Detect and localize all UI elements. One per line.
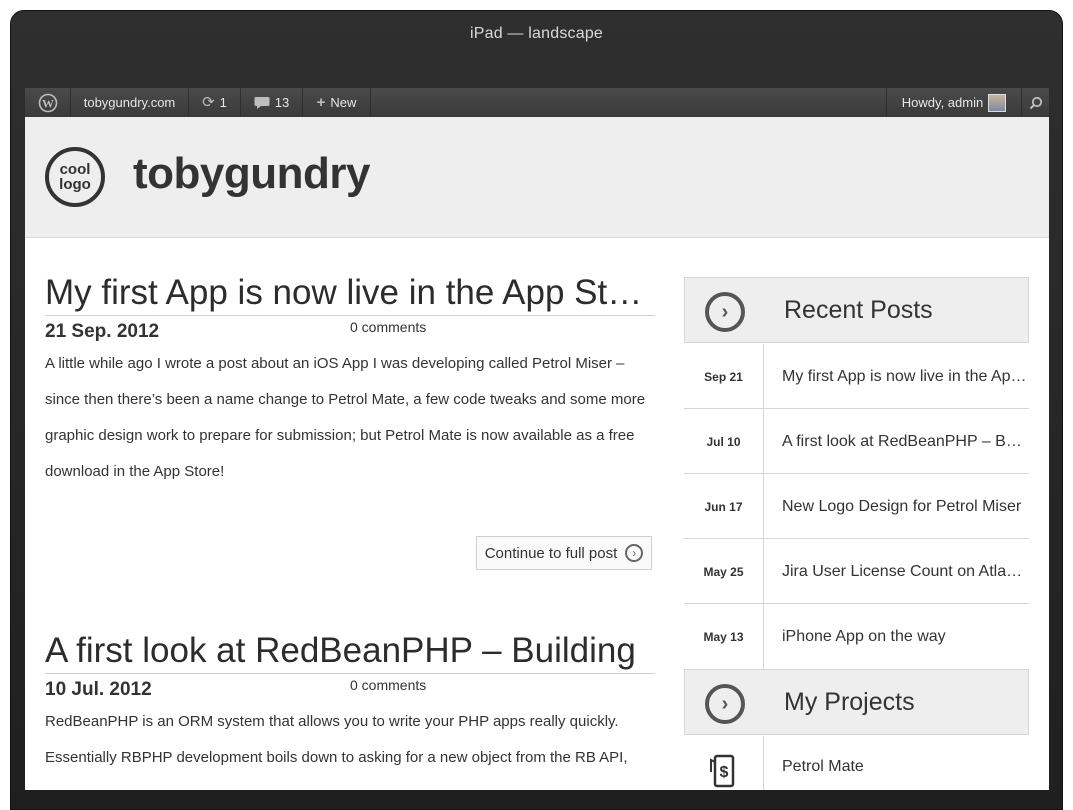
recent-post-date: Jul 10 (684, 409, 764, 474)
recent-post-title[interactable]: My first App is now live in the App Stor… (782, 344, 1027, 409)
admin-bar: W tobygundry.com ⟳ 1 13 + New Howdy, adm… (25, 88, 1049, 117)
wordpress-icon: W (38, 93, 57, 112)
new-content-button[interactable]: + New (303, 88, 371, 117)
post-date: 21 Sep. 2012 (45, 321, 160, 342)
recent-post-date: May 25 (684, 539, 764, 604)
site-name-label: tobygundry.com (83, 95, 176, 110)
petrol-pump-dollar-icon: $ (684, 736, 764, 790)
post-title[interactable]: My first App is now live in the App Stor… (45, 271, 655, 316)
recent-post-title[interactable]: Jira User License Count on Atlassian (782, 539, 1027, 604)
recent-post-date: Jun 17 (684, 474, 764, 539)
comments-button[interactable]: 13 (241, 88, 303, 117)
continue-reading-label: Continue to full post (484, 544, 618, 562)
projects-widget-header: › My Projects (684, 669, 1029, 735)
post-title[interactable]: A first look at RedBeanPHP – Building (45, 629, 655, 674)
site-logo[interactable]: cool logo (45, 147, 105, 207)
chevron-right-icon: › (705, 292, 745, 332)
recent-post-date: Sep 21 (684, 344, 764, 409)
admin-search-button[interactable] (1021, 88, 1049, 117)
comments-count: 13 (274, 95, 290, 110)
recent-post-item[interactable]: May 13 iPhone App on the way (684, 604, 1029, 669)
chevron-right-icon: › (705, 684, 745, 724)
site-title[interactable]: tobygundry (133, 149, 370, 199)
recent-post-item[interactable]: May 25 Jira User License Count on Atlass… (684, 539, 1029, 604)
post-card: My first App is now live in the App Stor… (45, 271, 655, 490)
project-title[interactable]: Petrol Mate (782, 758, 864, 776)
post-comments-link[interactable]: 0 comments (350, 677, 426, 693)
browser-viewport: W tobygundry.com ⟳ 1 13 + New Howdy, adm… (25, 88, 1049, 790)
post-meta: 10 Jul. 2012 0 comments (45, 674, 655, 700)
widget-title: My Projects (784, 688, 915, 716)
comment-bubble-icon (254, 96, 270, 109)
avatar (988, 93, 1007, 112)
updates-icon: ⟳ (202, 94, 215, 111)
recent-post-item[interactable]: Jul 10 A first look at RedBeanPHP – Buil… (684, 409, 1029, 474)
recent-post-title[interactable]: A first look at RedBeanPHP – Building (782, 409, 1027, 474)
post-card: A first look at RedBeanPHP – Building 10… (45, 629, 655, 776)
recent-post-item[interactable]: Jun 17 New Logo Design for Petrol Miser (684, 474, 1029, 539)
logo-text-line1: cool (59, 161, 91, 178)
updates-button[interactable]: ⟳ 1 (189, 88, 241, 117)
site-name-link[interactable]: tobygundry.com (71, 88, 189, 117)
post-meta: 21 Sep. 2012 0 comments (45, 316, 655, 342)
logo-text-line2: logo (59, 176, 91, 193)
recent-post-item[interactable]: Sep 21 My first App is now live in the A… (684, 344, 1029, 409)
new-label: New (330, 95, 357, 110)
updates-count: 1 (219, 95, 227, 110)
widget-title: Recent Posts (784, 296, 933, 324)
window-title: iPad — landscape (469, 25, 604, 42)
howdy-label: Howdy, admin (901, 95, 984, 110)
svg-text:W: W (42, 96, 54, 110)
continue-reading-button[interactable]: Continue to full post › (476, 536, 652, 570)
wordpress-logo-button[interactable]: W (25, 88, 71, 117)
project-item[interactable]: $ Petrol Mate (684, 736, 1029, 790)
chevron-right-icon: › (625, 544, 644, 562)
recent-post-date: May 13 (684, 604, 764, 669)
svg-text:$: $ (719, 764, 728, 781)
search-icon (1029, 96, 1042, 109)
post-excerpt: A little while ago I wrote a post about … (45, 355, 646, 480)
account-menu[interactable]: Howdy, admin (886, 88, 1021, 117)
post-comments-link[interactable]: 0 comments (350, 319, 426, 335)
site-header: cool logo tobygundry (25, 117, 1049, 238)
recent-posts-widget-header: › Recent Posts (684, 277, 1029, 343)
post-date: 10 Jul. 2012 (45, 679, 152, 700)
recent-post-title[interactable]: iPhone App on the way (782, 604, 1027, 669)
recent-post-title[interactable]: New Logo Design for Petrol Miser (782, 474, 1027, 539)
post-excerpt: RedBeanPHP is an ORM system that allows … (45, 713, 628, 766)
plus-icon: + (316, 94, 326, 111)
